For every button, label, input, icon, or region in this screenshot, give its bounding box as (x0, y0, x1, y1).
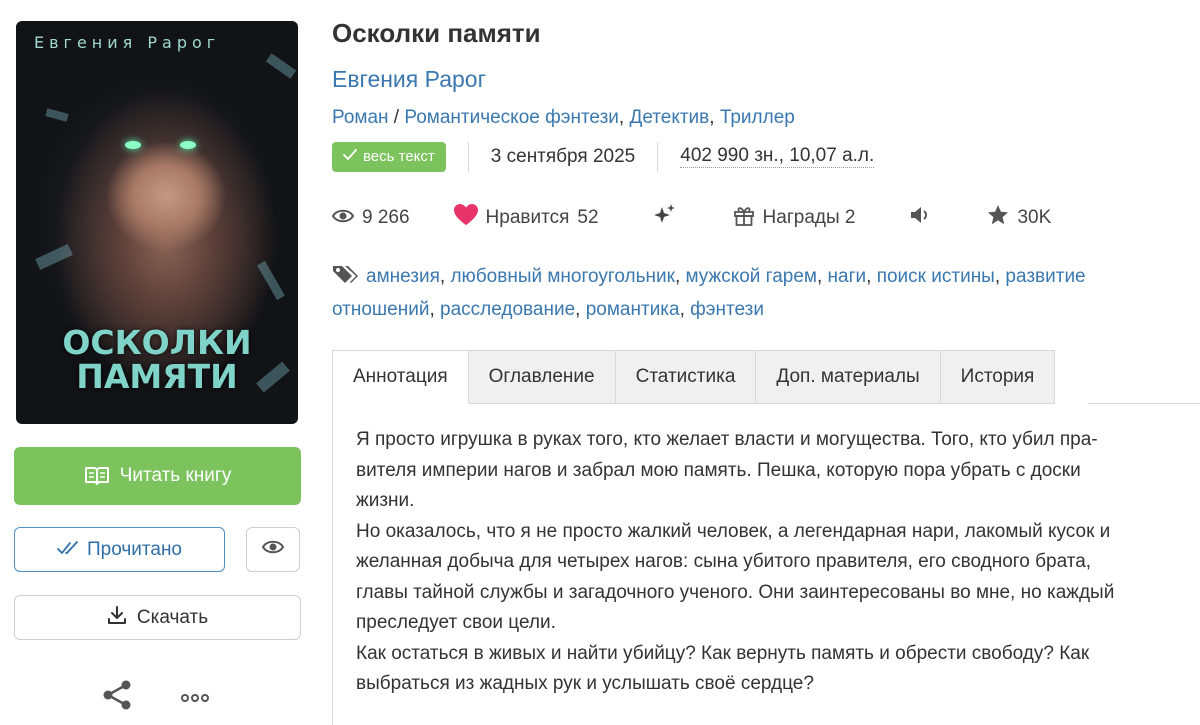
tag-link[interactable]: расследование (440, 299, 575, 320)
sparkles-icon (653, 203, 677, 233)
sparkles-button[interactable] (653, 203, 677, 233)
rating-stat: 30K (987, 204, 1051, 232)
divider (657, 141, 659, 172)
eye-icon (331, 207, 355, 229)
eye-icon (261, 540, 285, 559)
heart-icon (453, 204, 478, 232)
tag-link[interactable]: амнезия (366, 266, 440, 287)
read-book-label: Читать книгу (119, 465, 232, 486)
tab-contents[interactable]: Оглавление (468, 350, 616, 404)
tag-link[interactable]: романтика (586, 299, 680, 320)
tag-link[interactable]: фэнтези (690, 299, 764, 320)
tab-annotation[interactable]: Аннотация (332, 350, 469, 404)
rating-count: 30K (1017, 207, 1052, 228)
tab-bar: Аннотация Оглавление Статистика Доп. мат… (332, 350, 1056, 404)
double-check-icon (57, 539, 79, 561)
genre-separator: / (388, 107, 405, 128)
tag-link[interactable]: поиск истины (877, 266, 995, 287)
awards-button[interactable]: Награды 2 (733, 204, 856, 232)
stats-row: 9 266 Нравится 52 Награды 2 30K (331, 203, 1051, 233)
read-book-button[interactable]: Читать книгу (14, 447, 301, 505)
book-cover[interactable]: Евгения Рарог ОСКОЛКИ ПАМЯТИ (16, 21, 298, 424)
like-button[interactable]: Нравится 52 (453, 204, 599, 232)
tag-link[interactable]: любовный многоугольник (450, 266, 674, 287)
mark-read-button[interactable]: Прочитано (14, 527, 225, 572)
annotation-line: главы тайной службы и загадочного ученог… (356, 581, 1115, 603)
audio-button[interactable] (909, 205, 931, 231)
genre-list: Роман / Романтическое фэнтези, Детектив,… (332, 107, 795, 128)
cover-title-line: ПАМЯТИ (76, 357, 238, 396)
annotation-line: Как остаться в живых и найти убийцу? Как… (356, 642, 1090, 664)
book-size[interactable]: 402 990 зн., 10,07 а.л. (680, 145, 875, 168)
tab-statistics[interactable]: Статистика (615, 350, 757, 404)
genre-link[interactable]: Романтическое фэнтези (404, 107, 619, 128)
annotation-text: Я просто игрушка в руках того, кто желае… (356, 425, 1176, 700)
genre-link-main[interactable]: Роман (332, 107, 389, 128)
views-stat: 9 266 (331, 207, 410, 229)
tags-icon (332, 263, 360, 295)
book-title: Осколки памяти (332, 18, 541, 48)
annotation-line: Но оказалось, что я не просто жалкий чел… (356, 520, 1111, 542)
tag-link[interactable]: наги (828, 266, 867, 287)
cover-title-line: ОСКОЛКИ (62, 323, 252, 362)
likes-label: Нравится (485, 207, 570, 228)
tag-link[interactable]: мужской гарем (686, 266, 817, 287)
cover-author-text: Евгения Рарог (34, 33, 221, 52)
gift-icon (733, 204, 755, 232)
tab-history[interactable]: История (940, 350, 1056, 404)
book-meta-row: весь текст 3 сентября 2025 402 990 зн., … (332, 141, 875, 172)
download-label: Скачать (136, 606, 209, 628)
status-badge: весь текст (332, 141, 446, 172)
open-book-icon (84, 465, 110, 487)
star-icon (987, 204, 1009, 232)
more-options-icon[interactable] (180, 690, 210, 708)
download-button[interactable]: Скачать (14, 595, 301, 640)
genre-link[interactable]: Детектив (629, 107, 709, 128)
annotation-line: преследует свои цели. (356, 612, 556, 633)
annotation-line: желанная добыча для четырех нагов: сына … (356, 551, 1092, 572)
annotation-line: вителя империи нагов и забрал мою память… (356, 459, 1081, 481)
divider (467, 141, 469, 172)
tab-extra-materials[interactable]: Доп. материалы (756, 350, 941, 404)
annotation-line: Я просто игрушка в руках того, кто желае… (356, 429, 1098, 450)
book-author-link[interactable]: Евгения Рарог (332, 66, 486, 93)
watch-button[interactable] (246, 527, 300, 572)
publish-date: 3 сентября 2025 (490, 145, 636, 167)
awards-label: Награды 2 (762, 207, 856, 228)
cover-title-text: ОСКОЛКИ ПАМЯТИ (16, 326, 298, 394)
download-icon (107, 605, 127, 631)
likes-count: 52 (577, 207, 599, 228)
status-badge-label: весь текст (363, 148, 435, 165)
tag-list: амнезия, любовный многоугольник, мужской… (332, 262, 1172, 325)
mark-read-label: Прочитано (87, 538, 182, 560)
share-icon[interactable] (102, 679, 134, 716)
speaker-icon (909, 205, 931, 231)
views-count: 9 266 (362, 207, 410, 228)
genre-link[interactable]: Триллер (720, 107, 795, 128)
check-icon (343, 148, 357, 165)
annotation-line: выбраться из жадных рук и услышать своё … (356, 673, 814, 694)
annotation-line: жизни. (356, 490, 415, 511)
